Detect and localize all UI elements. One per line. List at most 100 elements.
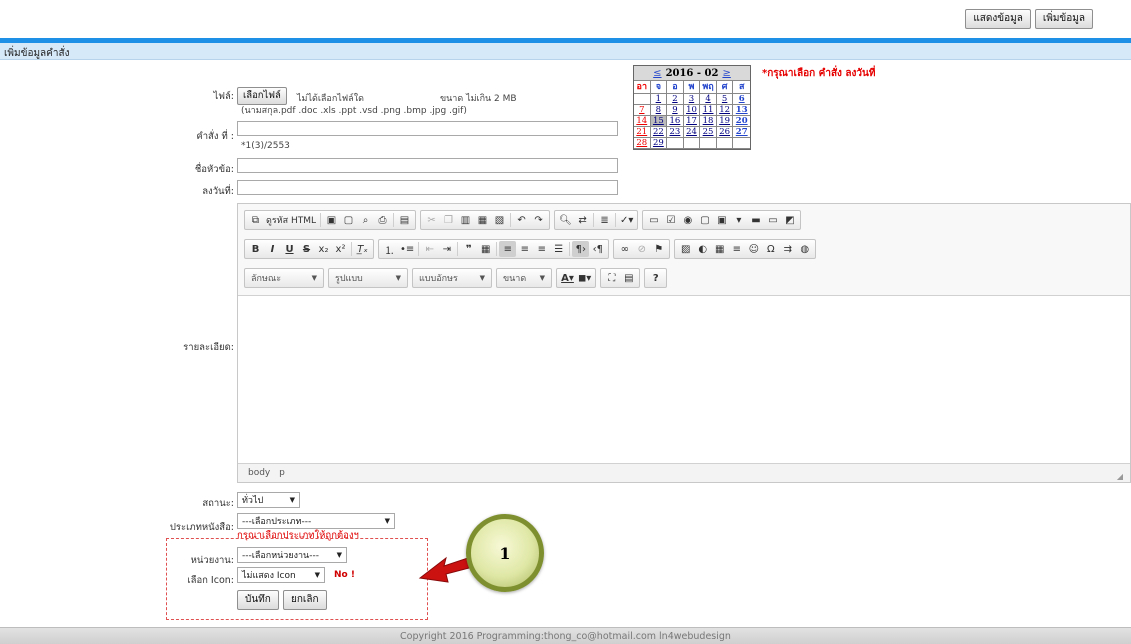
strike-icon[interactable]: S (298, 241, 315, 257)
image-button-icon[interactable]: ▭ (764, 212, 781, 228)
paste-text-icon[interactable]: ▦ (474, 212, 491, 228)
indent-icon[interactable]: ⇥ (438, 241, 455, 257)
calendar-day[interactable]: 16 (667, 116, 684, 127)
hidden-field-icon[interactable]: ◩ (781, 212, 798, 228)
calendar-day[interactable]: 24 (683, 127, 701, 138)
calendar-day[interactable]: 11 (700, 105, 717, 116)
element-path-p[interactable]: p (279, 468, 285, 478)
order-number-input[interactable] (237, 121, 618, 136)
flash-icon[interactable]: ◐ (694, 241, 711, 257)
link-icon[interactable]: ∞ (616, 241, 633, 257)
templates-icon[interactable]: ▤ (396, 212, 413, 228)
add-data-button[interactable]: เพิ่มข้อมูล (1034, 9, 1093, 29)
maximize-icon[interactable]: ⛶ (603, 270, 620, 286)
calendar-day[interactable]: 19 (716, 116, 734, 127)
align-left-icon[interactable]: ≡ (499, 241, 517, 257)
element-path-body[interactable]: body (248, 468, 270, 478)
remove-format-icon[interactable]: T̲ₓ (354, 241, 371, 257)
size-combo[interactable]: ขนาด ▼ (496, 268, 552, 288)
textfield-icon[interactable]: ▢ (696, 212, 713, 228)
rtl-icon[interactable]: ‹¶ (589, 241, 606, 257)
show-blocks-icon[interactable]: ▤ (620, 270, 637, 286)
resize-grip-icon[interactable]: ◢ (1117, 472, 1123, 481)
doc-type-select[interactable]: ---เลือกประเภท--- ▼ (237, 513, 395, 529)
page-break-icon[interactable]: ⇉ (779, 241, 796, 257)
paste-icon[interactable]: ▥ (457, 212, 474, 228)
textarea-icon[interactable]: ▣ (713, 212, 730, 228)
calendar-day[interactable]: 12 (716, 105, 734, 116)
calendar-day[interactable]: 3 (683, 94, 701, 105)
subject-input[interactable] (237, 158, 618, 173)
calendar-day[interactable]: 22 (650, 127, 668, 138)
smiley-icon[interactable]: ☺ (745, 241, 762, 257)
source-html-button[interactable]: ดูรหัส HTML (264, 212, 318, 228)
superscript-icon[interactable]: x² (332, 241, 349, 257)
special-char-icon[interactable]: Ω (762, 241, 779, 257)
iframe-globe-icon[interactable]: ◍ (796, 241, 813, 257)
calendar-day[interactable]: 26 (716, 127, 734, 138)
calendar-day[interactable]: 13 (733, 105, 750, 116)
status-select[interactable]: ทั่วไป ▼ (237, 492, 300, 508)
help-icon[interactable]: ? (647, 270, 664, 286)
cut-icon[interactable]: ✂ (423, 212, 440, 228)
calendar-day[interactable]: 14 (634, 116, 651, 127)
preview-icon[interactable]: ⌕ (357, 212, 374, 228)
save-icon[interactable]: ▣ (323, 212, 340, 228)
calendar-day[interactable]: 21 (634, 127, 651, 138)
horizontal-rule-icon[interactable]: ≡ (728, 241, 745, 257)
calendar-day[interactable]: 25 (700, 127, 717, 138)
calendar-day[interactable]: 18 (700, 116, 717, 127)
bold-icon[interactable]: B (247, 241, 264, 257)
calendar-day[interactable]: 4 (700, 94, 717, 105)
underline-icon[interactable]: U (281, 241, 298, 257)
calendar-day[interactable]: 23 (667, 127, 684, 138)
checkbox-icon[interactable]: ☑ (662, 212, 679, 228)
copy-icon[interactable]: ❐ (440, 212, 457, 228)
align-center-icon[interactable]: ≡ (516, 241, 533, 257)
calendar-day[interactable]: 28 (634, 138, 651, 149)
select-all-icon[interactable]: ≣ (596, 212, 613, 228)
icon-select[interactable]: ไม่แสดง Icon ▼ (237, 567, 325, 583)
calendar-day[interactable]: 9 (667, 105, 684, 116)
calendar-day[interactable]: 6 (733, 94, 750, 105)
sign-date-input[interactable] (237, 180, 618, 195)
calendar-day[interactable]: 10 (683, 105, 701, 116)
editor-content-area[interactable] (238, 297, 1130, 465)
calendar-day[interactable]: 20 (733, 116, 750, 127)
italic-icon[interactable]: I (264, 241, 281, 257)
paste-word-icon[interactable]: ▧ (491, 212, 508, 228)
calendar-day[interactable]: 29 (650, 138, 668, 149)
calendar-day[interactable]: 27 (733, 127, 750, 138)
undo-icon[interactable]: ↶ (513, 212, 530, 228)
redo-icon[interactable]: ↷ (530, 212, 547, 228)
find-icon[interactable]: 🔍︎ (557, 212, 574, 228)
ltr-icon[interactable]: ¶› (572, 241, 590, 257)
spellcheck-icon[interactable]: ✓▾ (618, 212, 635, 228)
anchor-flag-icon[interactable]: ⚑ (650, 241, 667, 257)
save-button[interactable]: บันทึก (237, 590, 279, 610)
format-combo[interactable]: รูปแบบ ▼ (328, 268, 408, 288)
button-field-icon[interactable]: ▬ (747, 212, 764, 228)
align-right-icon[interactable]: ≡ (533, 241, 550, 257)
show-data-button[interactable]: แสดงข้อมูล (965, 9, 1031, 29)
calendar-next-month[interactable]: ≥ (722, 68, 730, 79)
font-combo[interactable]: แบบอักษร ▼ (412, 268, 492, 288)
source-icon[interactable]: ⧉ (247, 212, 264, 228)
replace-icon[interactable]: ⇄ (574, 212, 591, 228)
new-page-icon[interactable]: ▢ (340, 212, 357, 228)
calendar-day[interactable]: 1 (650, 94, 668, 105)
table-icon[interactable]: ▦ (711, 241, 728, 257)
print-icon[interactable]: ⎙ (374, 212, 391, 228)
subscript-icon[interactable]: x₂ (315, 241, 332, 257)
department-select[interactable]: ---เลือกหน่วยงาน--- ▼ (237, 547, 347, 563)
text-color-icon[interactable]: A▾ (559, 270, 576, 286)
select-field-icon[interactable]: ▾ (730, 212, 747, 228)
outdent-icon[interactable]: ⇤ (421, 241, 438, 257)
calendar-day[interactable]: 8 (650, 105, 668, 116)
calendar-day[interactable]: 2 (667, 94, 684, 105)
div-container-icon[interactable]: ▦ (477, 241, 494, 257)
radio-icon[interactable]: ◉ (679, 212, 696, 228)
cancel-button[interactable]: ยกเลิก (283, 590, 327, 610)
bullet-list-icon[interactable]: •≡ (398, 241, 416, 257)
unlink-icon[interactable]: ⊘ (633, 241, 650, 257)
